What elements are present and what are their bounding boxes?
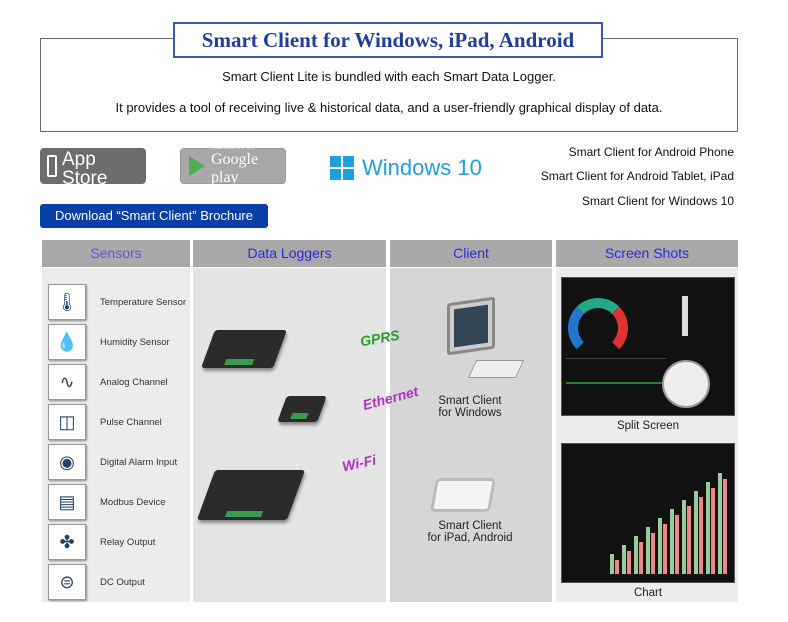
sensor-label: Digital Alarm Input bbox=[100, 456, 178, 468]
ipad-icon bbox=[47, 155, 57, 177]
modbus-device-icon: ▤ bbox=[48, 484, 86, 520]
analog-probe-icon: ∿ bbox=[48, 364, 86, 400]
chart-caption: Chart bbox=[633, 587, 663, 599]
header-client: Client bbox=[390, 240, 552, 267]
client-windows-label: Smart Client for Windows bbox=[438, 395, 502, 419]
sensor-item: ⊜ DC Output bbox=[48, 564, 145, 600]
chart-bar bbox=[651, 533, 655, 574]
sensor-label: Modbus Device bbox=[100, 496, 166, 508]
header-data-loggers: Data Loggers bbox=[193, 240, 386, 267]
sensor-item: ▤ Modbus Device bbox=[48, 484, 165, 520]
windows-logo-icon bbox=[330, 156, 354, 180]
chart-bar bbox=[682, 500, 686, 574]
fan-icon: ✤ bbox=[48, 524, 86, 560]
chart-bar bbox=[639, 542, 643, 574]
sensor-item: ✤ Relay Output bbox=[48, 524, 155, 560]
chart-bar bbox=[670, 509, 674, 574]
tablet-icon bbox=[430, 478, 496, 512]
chart-bar bbox=[694, 491, 698, 574]
header-screen-shots: Screen Shots bbox=[556, 240, 738, 267]
chart-bar bbox=[634, 536, 638, 574]
chart-bar bbox=[610, 554, 614, 574]
sensor-item: ∿ Analog Channel bbox=[48, 364, 168, 400]
thermometer-icon: 🌡 bbox=[48, 284, 86, 320]
chart-bar bbox=[663, 524, 667, 574]
app-store-badge[interactable]: Available on the iPad App Store bbox=[40, 144, 146, 188]
chart-bar bbox=[646, 527, 650, 574]
chart-bar bbox=[687, 506, 691, 574]
chart-bar bbox=[675, 515, 679, 574]
play-icon bbox=[189, 156, 205, 176]
split-screen-screenshot bbox=[561, 277, 735, 416]
client-tablet-label: Smart Client for iPad, Android bbox=[427, 520, 513, 544]
sensor-label: Temperature Sensor bbox=[100, 296, 187, 308]
link-windows[interactable]: Smart Client for Windows 10 bbox=[582, 194, 734, 208]
alarm-sensor-icon: ◉ bbox=[48, 444, 86, 480]
intro-line: It provides a tool of receiving live & h… bbox=[115, 100, 663, 115]
chart-bar bbox=[706, 482, 710, 574]
keyboard-icon bbox=[467, 360, 525, 378]
chart-bar bbox=[622, 545, 626, 574]
chart-bar bbox=[711, 488, 715, 574]
windows-10-badge[interactable]: Windows 10 bbox=[330, 153, 482, 183]
chart-bar bbox=[699, 497, 703, 574]
sensor-label: Relay Output bbox=[100, 536, 156, 548]
header-sensors: Sensors bbox=[42, 240, 190, 267]
chart-bar bbox=[658, 518, 662, 574]
sensor-label: Pulse Channel bbox=[100, 416, 162, 428]
chart-bar bbox=[718, 473, 722, 574]
intro-line: Smart Client Lite is bundled with each S… bbox=[222, 69, 556, 84]
google-play-badge[interactable]: ANDROID APP ON Google play bbox=[180, 145, 286, 186]
desktop-computer-icon bbox=[447, 296, 495, 356]
chart-bar bbox=[627, 551, 631, 574]
loggers-panel bbox=[193, 268, 386, 602]
sensor-label: Analog Channel bbox=[100, 376, 168, 388]
badge-text: App Store bbox=[61, 149, 108, 189]
sensor-item: 🌡 Temperature Sensor bbox=[48, 284, 186, 320]
page-title: Smart Client for Windows, iPad, Android bbox=[173, 22, 603, 58]
download-brochure-button[interactable]: Download “Smart Client” Brochure bbox=[40, 204, 268, 228]
sensor-label: Humidity Sensor bbox=[100, 336, 170, 348]
sensor-label: DC Output bbox=[100, 576, 145, 588]
data-logger-image bbox=[201, 330, 287, 368]
windows-label: Windows 10 bbox=[362, 155, 482, 180]
water-drop-icon: 💧 bbox=[48, 324, 86, 360]
split-screen-caption: Split Screen bbox=[616, 420, 679, 432]
link-android-phone[interactable]: Smart Client for Android Phone bbox=[569, 145, 734, 159]
sensor-item: ◉ Digital Alarm Input bbox=[48, 444, 177, 480]
chart-bar bbox=[615, 560, 619, 574]
badge-text: Google play bbox=[211, 151, 259, 186]
sensor-item: 💧 Humidity Sensor bbox=[48, 324, 170, 360]
dc-output-icon: ⊜ bbox=[48, 564, 86, 600]
chart-screenshot bbox=[561, 443, 735, 583]
sensor-item: ◫ Pulse Channel bbox=[48, 404, 162, 440]
link-android-tablet[interactable]: Smart Client for Android Tablet, iPad bbox=[541, 169, 734, 183]
flow-meter-icon: ◫ bbox=[48, 404, 86, 440]
chart-bar bbox=[723, 479, 727, 574]
data-logger-image bbox=[196, 470, 306, 520]
